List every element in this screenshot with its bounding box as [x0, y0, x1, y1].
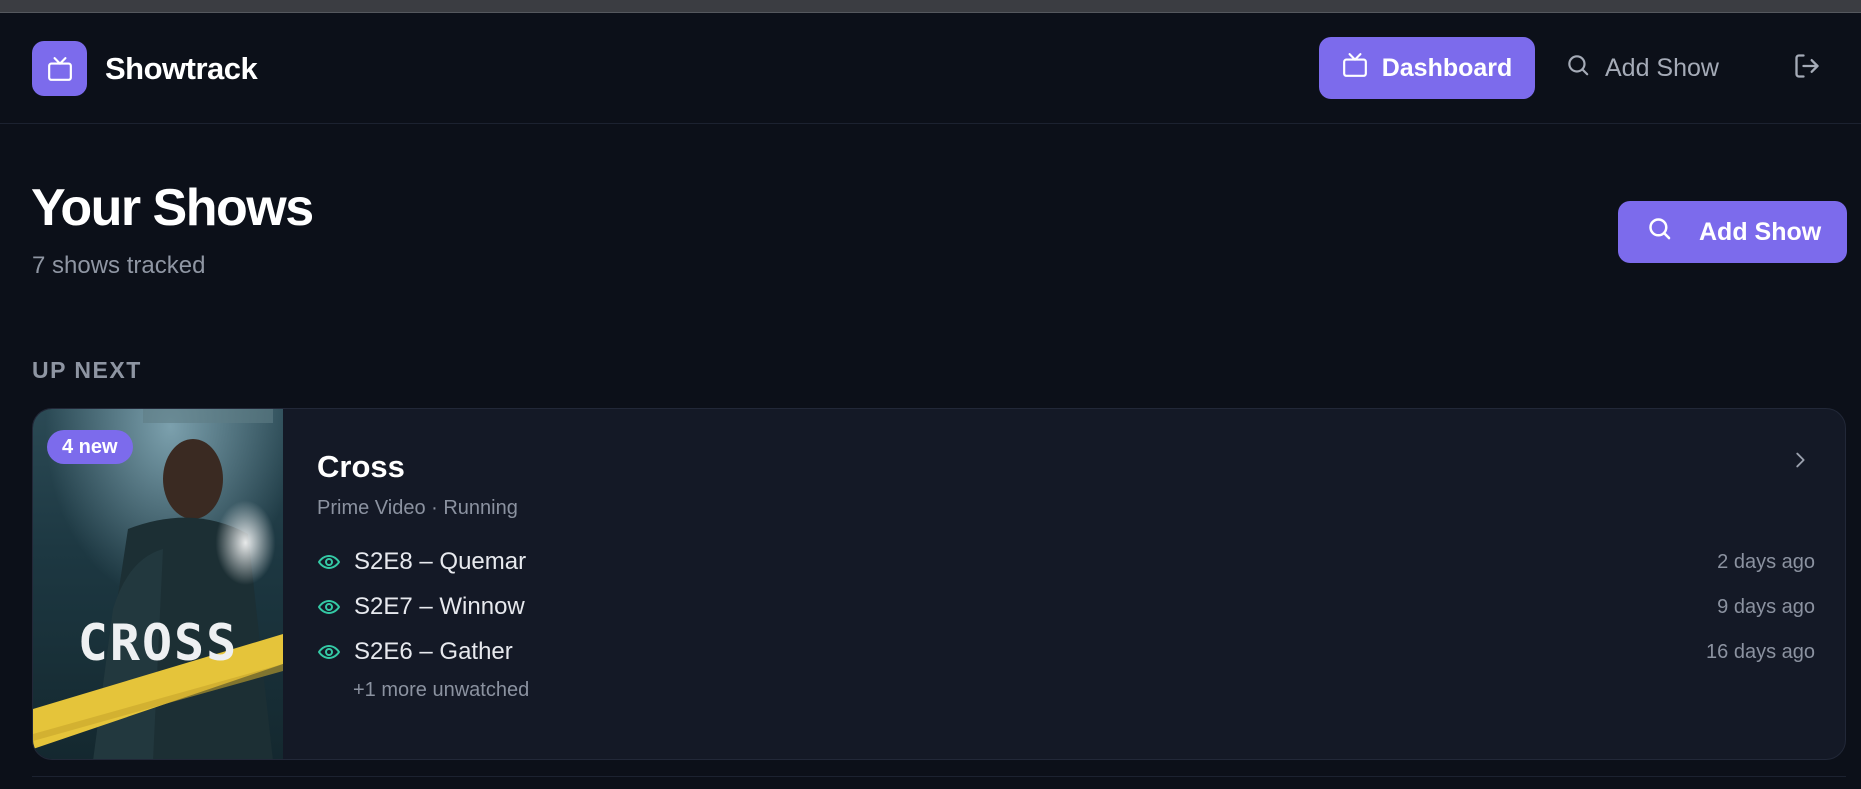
page-title: Your Shows: [31, 179, 314, 237]
tv-icon: [32, 41, 87, 96]
top-navigation-bar: Showtrack Dashboard Add Show: [0, 13, 1861, 124]
brand[interactable]: Showtrack: [32, 41, 258, 96]
browser-chrome-strip: [0, 0, 1861, 13]
app-name: Showtrack: [105, 50, 258, 86]
show-title: Cross: [317, 449, 405, 484]
episode-air-date: 16 days ago: [1706, 640, 1815, 663]
nav-add-show-label: Add Show: [1605, 53, 1719, 82]
episode-air-date: 9 days ago: [1717, 595, 1815, 618]
episode-label: S2E8 – Quemar: [354, 548, 527, 575]
chevron-right-icon[interactable]: [1785, 445, 1815, 475]
episode-row[interactable]: S2E7 – Winnow 9 days ago: [317, 589, 1815, 625]
shows-tracked-count: 7 shows tracked: [32, 252, 206, 279]
add-show-button[interactable]: Add Show: [1618, 201, 1847, 263]
show-poster: 4 new CROSS: [33, 409, 283, 759]
episode-row[interactable]: S2E8 – Quemar 2 days ago: [317, 544, 1815, 580]
episode-label: S2E7 – Winnow: [354, 593, 525, 620]
tv-icon: [1342, 52, 1368, 85]
poster-title-text: CROSS: [77, 614, 239, 672]
eye-icon[interactable]: [317, 640, 341, 664]
episode-air-date: 2 days ago: [1717, 550, 1815, 573]
more-unwatched-link[interactable]: +1 more unwatched: [353, 679, 529, 702]
nav-dashboard-label: Dashboard: [1381, 53, 1513, 82]
eye-icon[interactable]: [317, 550, 341, 574]
episode-label: S2E6 – Gather: [354, 638, 513, 665]
search-icon: [1565, 52, 1591, 85]
show-card-cross[interactable]: 4 new CROSS Cross Prime Video · Running …: [32, 408, 1846, 760]
episode-row[interactable]: S2E6 – Gather 16 days ago: [317, 634, 1815, 670]
next-card-edge: [32, 776, 1846, 789]
new-episodes-badge: 4 new: [47, 430, 133, 464]
add-show-button-label: Add Show: [1699, 217, 1822, 246]
search-icon: [1646, 215, 1673, 249]
logout-icon: [1793, 52, 1821, 85]
nav-add-show-link[interactable]: Add Show: [1565, 37, 1719, 99]
up-next-heading: UP NEXT: [32, 357, 142, 383]
logout-button[interactable]: [1792, 53, 1822, 83]
show-meta: Prime Video · Running: [317, 497, 518, 519]
eye-icon[interactable]: [317, 595, 341, 619]
nav-dashboard-button[interactable]: Dashboard: [1319, 37, 1535, 99]
